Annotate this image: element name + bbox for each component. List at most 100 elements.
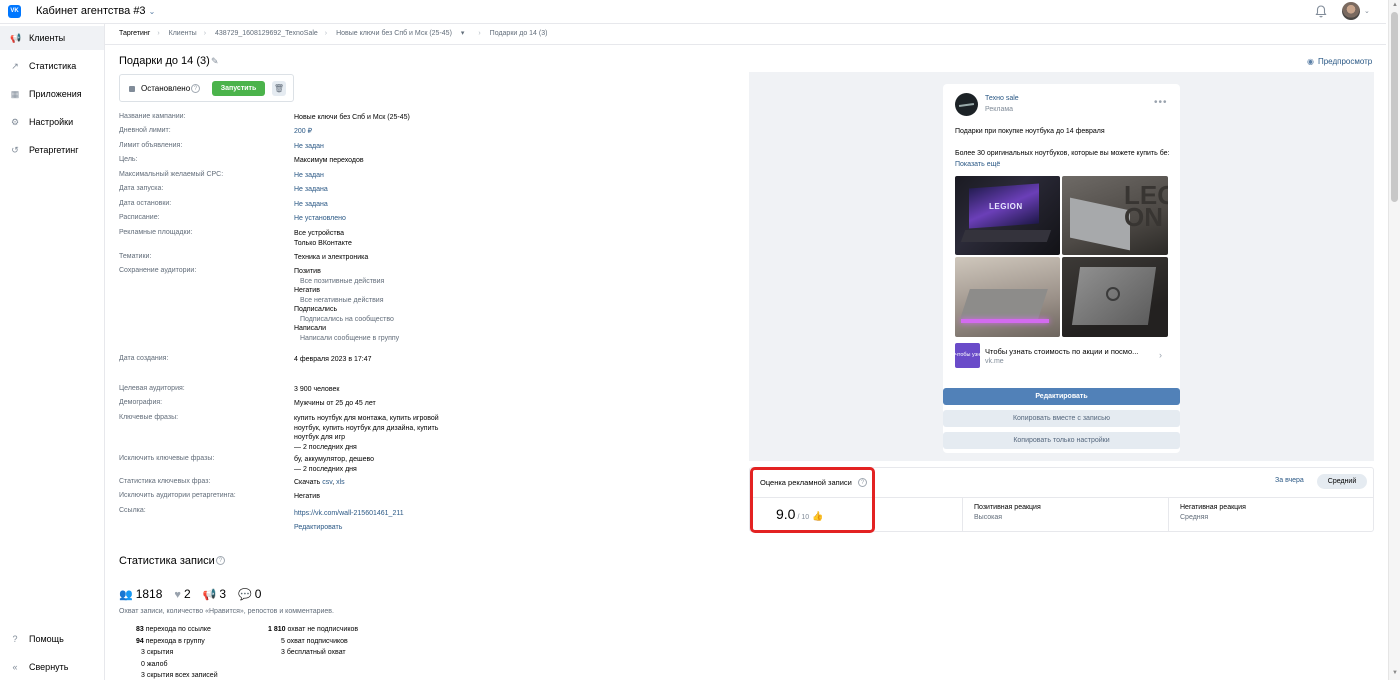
prop-value-start-date[interactable]: Не задана <box>294 185 328 195</box>
run-button[interactable]: Запустить <box>212 81 265 96</box>
help-icon[interactable]: ? <box>216 556 225 565</box>
audience-title: Написали <box>294 325 327 332</box>
scroll-down-icon[interactable]: ▼ <box>1392 670 1398 676</box>
prop-value-created: 4 февраля 2023 в 17:47 <box>294 356 372 363</box>
schedule-link[interactable]: Не установлено <box>294 215 346 222</box>
sidebar-item-settings[interactable]: ⚙ Настройки <box>0 110 104 134</box>
stat-row: 0 жалоб <box>136 659 218 671</box>
image-logo-text: LEGION <box>989 202 1023 211</box>
audience-sub: Подписались на сообщество <box>300 315 394 323</box>
scroll-thumb[interactable] <box>1391 12 1398 202</box>
caret-down-icon: ▾ <box>460 30 465 37</box>
ad-limit-link[interactable]: Не задан <box>294 143 324 150</box>
prop-label: Сохранение аудитории: <box>119 267 197 274</box>
breadcrumb-targeting[interactable]: Таргетинг <box>119 30 150 37</box>
start-date-link[interactable]: Не задана <box>294 186 328 193</box>
prop-label: Максимальный желаемый CPC: <box>119 171 224 178</box>
sidebar-item-label: Приложения <box>29 89 82 99</box>
post-image[interactable]: LEG ON <box>1062 176 1168 255</box>
reach-value: 1818 <box>135 587 163 601</box>
breadcrumb-ad: Подарки до 14 (3) <box>489 30 548 37</box>
stats-description: Охват записи, количество «Нравится», реп… <box>119 608 334 615</box>
prop-value-schedule[interactable]: Не установлено <box>294 214 346 224</box>
prop-value-max-cpc[interactable]: Не задан <box>294 171 324 181</box>
breadcrumb-campaign[interactable]: Новые ключи без Спб и Мск (25-45) ▾ <box>336 30 471 37</box>
trash-icon[interactable]: 🗑 <box>272 81 286 96</box>
download-xls-link[interactable]: xls <box>336 479 345 486</box>
sidebar-help[interactable]: ? Помощь <box>0 627 104 651</box>
sidebar-item-label: Ретаргетинг <box>29 145 79 155</box>
sidebar-item-apps[interactable]: ▦ Приложения <box>0 82 104 106</box>
chevron-right-icon[interactable]: › <box>1159 350 1162 360</box>
vk-logo-icon[interactable]: VK <box>8 5 21 18</box>
sidebar-item-retargeting[interactable]: ↺ Ретаргетинг <box>0 138 104 162</box>
breadcrumb: Таргетинг › Клиенты › 438729_1608129692_Te… <box>119 29 554 37</box>
link-thumbnail[interactable]: чтобы узнать <box>955 343 980 368</box>
link-title[interactable]: Чтобы узнать стоимость по акции и посмо.… <box>985 347 1160 356</box>
show-more-link[interactable]: Показать ещё <box>955 161 1000 168</box>
post-author[interactable]: Техно sale <box>985 95 1019 102</box>
post-text-body: Более 30 оригинальных ноутбуков, которые… <box>955 148 1170 170</box>
sidebar-collapse[interactable]: « Свернуть <box>0 655 104 679</box>
prop-label: Дата запуска: <box>119 185 164 192</box>
post-text-line: Более 30 оригинальных ноутбуков, которые… <box>955 150 1164 157</box>
post-image[interactable]: LEGION <box>955 176 1060 255</box>
breadcrumb-client[interactable]: 438729_1608129692_TexnoSale <box>215 30 318 37</box>
edit-link[interactable]: Редактировать <box>294 521 404 535</box>
community-avatar[interactable] <box>955 93 978 116</box>
stat-text: перехода по ссылке <box>143 626 211 633</box>
collapse-icon: « <box>12 662 18 672</box>
audience-sub: Все негативные действия <box>300 296 384 304</box>
post-image[interactable] <box>1062 257 1168 337</box>
prop-value-ad-limit[interactable]: Не задан <box>294 142 324 152</box>
stat-row: 1 810 охват не подписчиков <box>268 624 358 636</box>
copy-settings-button[interactable]: Копировать только настройки <box>943 432 1180 449</box>
help-icon[interactable]: ? <box>191 84 200 93</box>
retarget-icon: ↺ <box>11 145 19 155</box>
prop-value-stop-date[interactable]: Не задана <box>294 200 328 210</box>
gear-icon: ⚙ <box>10 117 20 127</box>
scrollbar[interactable]: ▲ ▼ <box>1388 0 1400 680</box>
daily-limit-link[interactable]: 200 ₽ <box>294 128 312 135</box>
stat-num: 83 <box>136 626 144 633</box>
level-pill[interactable]: Средний <box>1317 474 1367 489</box>
prop-label: Исключить аудитории ретаргетинга: <box>119 492 236 499</box>
stat-num: 94 <box>136 637 144 645</box>
chevron-down-icon[interactable]: ⌄ <box>1364 7 1370 15</box>
link-domain: vk.me <box>985 358 1004 365</box>
prop-value-daily-limit[interactable]: 200 ₽ <box>294 127 312 137</box>
post-url-link[interactable]: https://vk.com/wall-215601461_211 <box>294 507 404 521</box>
more-icon[interactable]: ••• <box>1154 97 1168 108</box>
prop-value-audience-saving: Позитив Все позитивные действия Негатив … <box>294 267 399 343</box>
period-link[interactable]: За вчера <box>1275 477 1304 484</box>
scroll-up-icon[interactable]: ▲ <box>1392 2 1398 8</box>
cabinet-switcher[interactable]: Кабинет агентства #3 ⌄ <box>36 5 155 17</box>
stat-text: 5 охват подписчиков <box>281 637 348 645</box>
sidebar-item-statistics[interactable]: ↗ Статистика <box>0 54 104 78</box>
negative-value: Средняя <box>1180 514 1209 521</box>
stat-row: 3 скрытия <box>136 647 218 659</box>
sidebar-item-label: Статистика <box>29 61 77 71</box>
download-prefix: Скачать <box>294 479 323 486</box>
max-cpc-link[interactable]: Не задан <box>294 172 324 179</box>
breadcrumb-clients[interactable]: Клиенты <box>169 30 197 37</box>
edit-button[interactable]: Редактировать <box>943 388 1180 405</box>
keywords-period: — 2 последних дня <box>294 443 357 451</box>
prop-value-placements: Все устройства Только ВКонтакте <box>294 229 352 248</box>
sidebar-item-clients[interactable]: 📢 Клиенты <box>0 26 104 50</box>
image-sign-text: LEG ON <box>1124 180 1168 232</box>
pencil-icon[interactable]: ✎ <box>211 56 219 67</box>
avatar[interactable] <box>1342 2 1360 20</box>
stat-text: 3 скрытия всех записей <box>141 672 218 679</box>
stat-text: 0 жалоб <box>141 660 168 668</box>
copy-with-post-button[interactable]: Копировать вместе с записью <box>943 410 1180 427</box>
download-csv-link[interactable]: csv <box>322 479 332 486</box>
preview-link[interactable]: ◉ Предпросмотр <box>1307 57 1372 66</box>
post-image[interactable] <box>955 257 1060 337</box>
stop-date-link[interactable]: Не задана <box>294 201 328 208</box>
stat-row: 83 перехода по ссылке <box>136 624 218 636</box>
bell-icon[interactable] <box>1315 5 1327 18</box>
prop-value-exclude-retarget: Негатив <box>294 493 320 500</box>
like-icon: ♥ <box>174 589 181 601</box>
prop-label: Название кампании: <box>119 113 186 120</box>
